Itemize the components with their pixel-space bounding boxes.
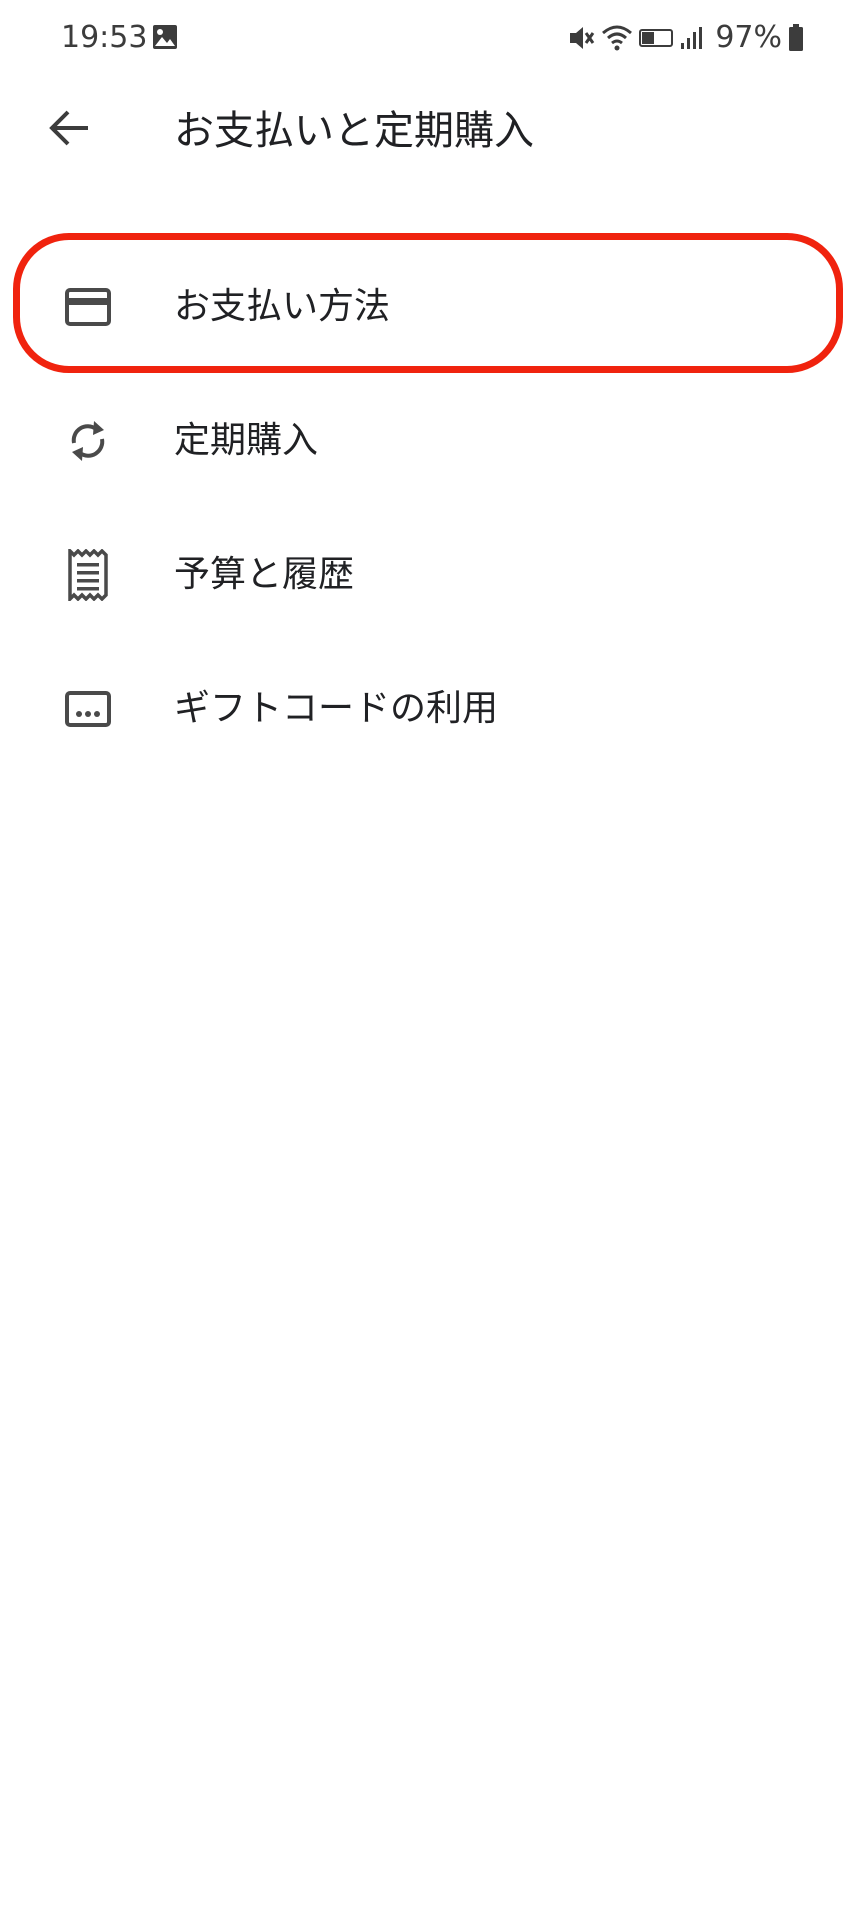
payment-menu-list: お支払い方法 定期購入 予算と履歴 ギフトコードの利用 — [0, 240, 864, 776]
credit-card-icon — [58, 277, 118, 337]
menu-item-redeem-gift-code[interactable]: ギフトコードの利用 — [0, 642, 864, 776]
receipt-icon — [58, 545, 118, 605]
back-button[interactable] — [38, 100, 98, 160]
menu-item-label: 定期購入 — [174, 420, 319, 461]
gallery-icon — [152, 24, 178, 50]
menu-item-label: ギフトコードの利用 — [174, 688, 499, 729]
menu-item-budget-history[interactable]: 予算と履歴 — [0, 508, 864, 642]
status-bar: 19:53 97% — [0, 0, 864, 78]
menu-item-label: お支払い方法 — [174, 286, 391, 327]
refresh-cycle-icon — [58, 411, 118, 471]
volte-icon — [639, 29, 674, 47]
menu-item-payment-methods[interactable]: お支払い方法 — [0, 240, 864, 374]
wifi-icon — [601, 23, 633, 53]
arrow-back-icon — [46, 108, 90, 152]
redeem-code-icon — [58, 679, 118, 739]
app-bar: お支払いと定期購入 — [0, 78, 864, 182]
signal-icon — [679, 25, 705, 51]
battery-percent: 97% — [715, 20, 782, 55]
vibrate-mute-icon — [567, 23, 595, 53]
status-indicators: 97% — [567, 18, 804, 58]
status-time: 19:53 — [61, 20, 148, 55]
menu-item-subscriptions[interactable]: 定期購入 — [0, 374, 864, 508]
page-title: お支払いと定期購入 — [174, 108, 534, 154]
battery-icon — [788, 24, 804, 52]
menu-item-label: 予算と履歴 — [174, 554, 355, 595]
